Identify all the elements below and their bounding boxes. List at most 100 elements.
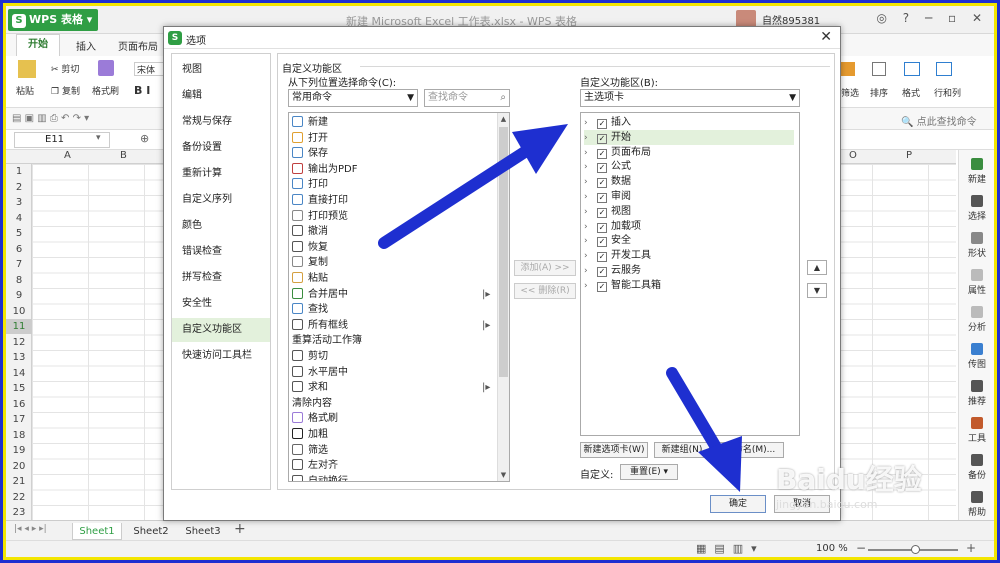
expand-icon[interactable]: › (584, 146, 594, 161)
sheet-tab-1[interactable]: Sheet1 (72, 523, 122, 540)
scroll-up-icon[interactable]: ▲ (498, 113, 509, 125)
expand-icon[interactable]: › (584, 264, 594, 279)
nav-item[interactable]: 错误检查 (172, 240, 270, 264)
command-item[interactable]: 输出为PDF (292, 162, 357, 177)
expand-icon[interactable]: › (584, 175, 594, 190)
tab-checkbox[interactable]: ✓ (597, 252, 607, 263)
nav-item[interactable]: 快速访问工具栏 (172, 344, 270, 368)
expand-icon[interactable]: › (584, 234, 594, 249)
font-select[interactable]: 宋体 (134, 62, 164, 76)
nav-item[interactable]: 自定义功能区 (172, 318, 270, 342)
tab-checkbox[interactable]: ✓ (597, 163, 607, 174)
nav-item[interactable]: 视图 (172, 58, 270, 82)
nav-item[interactable]: 颜色 (172, 214, 270, 238)
add-button[interactable]: 添加(A) >> (514, 260, 576, 276)
command-list[interactable]: 自动换行 左对齐 筛选 加粗 格式刷 清除内容 求和 |▸ 水平居中 剪切 重算活动工作簿 所有框线 |… (288, 112, 510, 482)
zoom-slider-handle[interactable] (911, 545, 920, 554)
nav-item[interactable]: 安全性 (172, 292, 270, 316)
row-header[interactable]: 7 (6, 257, 32, 272)
column-header[interactable]: P (906, 150, 912, 161)
row-header[interactable]: 14 (6, 366, 32, 381)
ok-button[interactable]: 确定 (710, 495, 766, 513)
ribbon-tab-item[interactable]: › ✓ 开发工具 (584, 248, 651, 263)
ribbon-tab-item[interactable]: › ✓ 公式 (584, 159, 631, 174)
command-item[interactable]: 求和 |▸ (292, 380, 490, 395)
command-item[interactable]: 撤消 (292, 224, 328, 239)
row-header[interactable]: 10 (6, 304, 32, 319)
column-header[interactable]: B (120, 150, 127, 161)
command-item[interactable]: 左对齐 (292, 458, 338, 473)
ribbon-tab-item[interactable]: › ✓ 页面布局 (584, 145, 651, 160)
row-header[interactable]: 12 (6, 335, 32, 350)
command-item[interactable]: 打印 (292, 177, 328, 192)
row-header[interactable]: 21 (6, 474, 32, 489)
tab-checkbox[interactable]: ✓ (597, 237, 607, 248)
sort-button[interactable]: 排序 (870, 86, 888, 99)
tab-checkbox[interactable]: ✓ (597, 133, 607, 144)
cut-button[interactable]: ✂ 剪切 (51, 62, 79, 75)
ribbon-tabs-select[interactable]: 主选项卡 ▼ (580, 89, 800, 107)
zoom-icon[interactable]: ⊕ (140, 132, 149, 145)
paste-button[interactable]: 粘贴 (16, 84, 34, 97)
sidebar-item[interactable]: 属性 (959, 269, 994, 296)
command-item[interactable]: 水平居中 (292, 365, 348, 380)
row-header[interactable]: 20 (6, 459, 32, 474)
find-command[interactable]: 🔍 点此查找命令 (901, 113, 977, 128)
format-button[interactable]: 格式 (902, 86, 920, 99)
sidebar-item[interactable]: 分析 (959, 306, 994, 333)
row-header[interactable]: 22 (6, 490, 32, 505)
command-source-select[interactable]: 常用命令 ▼ (288, 89, 418, 107)
row-header[interactable]: 17 (6, 412, 32, 427)
command-item[interactable]: 新建 (292, 115, 328, 130)
sidebar-item[interactable]: 选择 (959, 195, 994, 222)
row-header[interactable]: 1 (6, 164, 32, 179)
scroll-down-icon[interactable]: ▼ (498, 469, 509, 481)
row-header[interactable]: 5 (6, 226, 32, 241)
row-header[interactable]: 8 (6, 273, 32, 288)
command-item[interactable]: 恢复 (292, 240, 328, 255)
tab-checkbox[interactable]: ✓ (597, 119, 607, 129)
reset-button[interactable]: 重置(E) ▾ (620, 464, 678, 480)
row-header[interactable]: 3 (6, 195, 32, 210)
tab-checkbox[interactable]: ✓ (597, 148, 607, 159)
nav-item[interactable]: 拼写检查 (172, 266, 270, 290)
rows-cols-button[interactable]: 行和列 (934, 86, 961, 99)
command-item[interactable]: 清除内容 (292, 396, 332, 411)
row-header[interactable]: 16 (6, 397, 32, 412)
expand-icon[interactable]: › (584, 190, 594, 205)
tab-checkbox[interactable]: ✓ (597, 207, 607, 218)
row-header[interactable]: 23 (6, 505, 32, 520)
ribbon-tab-item[interactable]: › ✓ 插入 (584, 115, 631, 130)
row-header[interactable]: 13 (6, 350, 32, 365)
move-up-button[interactable]: ▲ (807, 260, 827, 275)
nav-item[interactable]: 重新计算 (172, 162, 270, 186)
column-header[interactable]: O (849, 150, 857, 161)
sidebar-item[interactable]: 传图 (959, 343, 994, 370)
zoom-in-icon[interactable]: + (966, 541, 976, 555)
nav-item[interactable]: 自定义序列 (172, 188, 270, 212)
expand-icon[interactable]: › (584, 131, 594, 146)
expand-icon[interactable]: › (584, 160, 594, 175)
ribbon-tab-item[interactable]: › ✓ 开始 (584, 129, 794, 146)
tab-home[interactable]: 开始 (16, 34, 60, 56)
column-header[interactable]: A (64, 150, 71, 161)
qat-icons[interactable]: ▤ ▣ ▥ ⎙ ↶ ↷ ▾ (12, 113, 89, 124)
ribbon-tab-tree[interactable]: › ✓ 插入 › ✓ 开始 › ✓ 页面布局 › ✓ 公式 › ✓ 数据 › ✓ 审阅 › ✓ 视图 › ✓ 加载项 › ✓ 安全 ›… (580, 112, 800, 436)
command-list-scrollbar[interactable]: ▲ ▼ (497, 113, 509, 481)
command-item[interactable]: 保存 (292, 146, 328, 161)
ribbon-tab-item[interactable]: › ✓ 智能工具箱 (584, 278, 661, 293)
row-header[interactable]: 2 (6, 180, 32, 195)
row-header[interactable]: 6 (6, 242, 32, 257)
new-tab-button[interactable]: 新建选项卡(W) (580, 442, 648, 458)
view-mode-icons[interactable]: ▦▤▥▾ (696, 542, 765, 555)
tab-page-layout[interactable]: 页面布局 (118, 38, 158, 53)
ribbon-tab-item[interactable]: › ✓ 云服务 (584, 263, 641, 278)
row-header[interactable]: 4 (6, 211, 32, 226)
sidebar-item[interactable]: 备份 (959, 454, 994, 481)
row-header[interactable]: 19 (6, 443, 32, 458)
command-item[interactable]: 合并居中 |▸ (292, 287, 490, 302)
ribbon-tab-item[interactable]: › ✓ 视图 (584, 204, 631, 219)
format-painter-button[interactable]: 格式刷 (92, 84, 119, 97)
tab-checkbox[interactable]: ✓ (597, 222, 607, 233)
sidebar-item[interactable]: 新建 (959, 158, 994, 185)
